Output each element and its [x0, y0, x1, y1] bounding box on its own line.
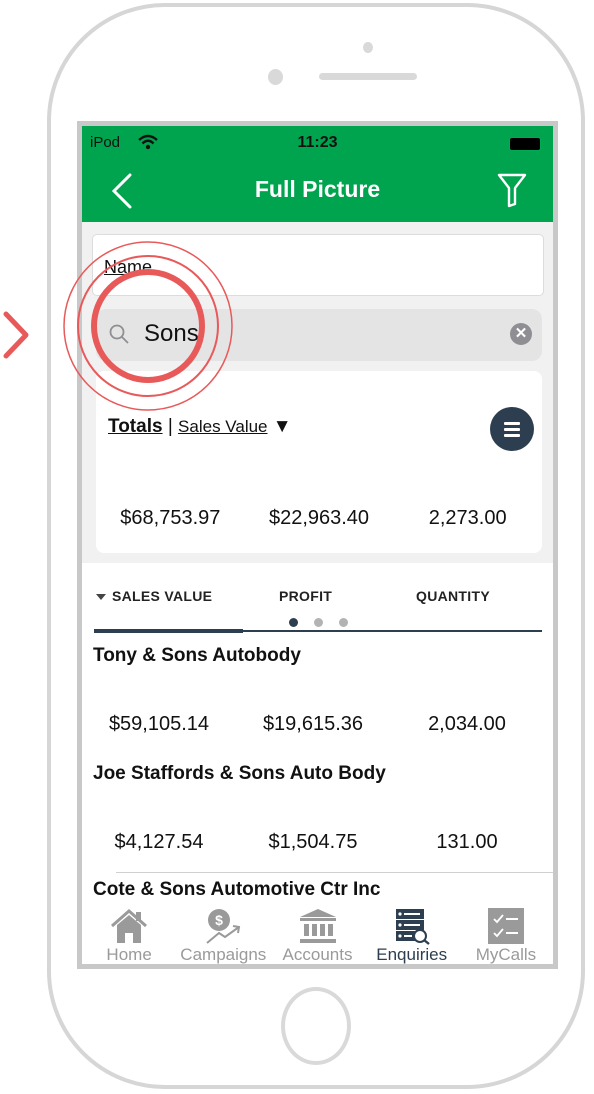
- enquiries-icon: [395, 909, 430, 945]
- page-dot[interactable]: [339, 618, 348, 627]
- total-sales-value: $68,753.97: [120, 507, 221, 529]
- account-profit: $1,504.75: [268, 831, 358, 853]
- totals-header: Totals | Sales Value ▼: [108, 416, 292, 438]
- total-profit: $22,963.40: [268, 507, 370, 529]
- menu-line-icon: [504, 434, 520, 437]
- account-sales-value: $59,105.14: [108, 713, 210, 735]
- menu-line-icon: [504, 422, 520, 425]
- tab-label: SALES VALUE: [112, 588, 213, 604]
- callout-arrow-icon: [3, 311, 29, 359]
- totals-card: Totals | Sales Value ▼ $68,753.97 $22,96…: [96, 371, 542, 553]
- total-quantity: 2,273.00: [428, 507, 507, 529]
- clock: 11:23: [297, 134, 338, 151]
- name-field-label: Name: [104, 257, 153, 277]
- sensor-dot: [363, 42, 373, 53]
- page-title: Full Picture: [254, 176, 381, 202]
- row-divider: [116, 872, 553, 873]
- account-quantity: 131.00: [436, 831, 498, 853]
- tab-profit[interactable]: PROFIT: [279, 588, 332, 604]
- account-values: $4,127.54 $1,504.75 131.00: [82, 831, 544, 854]
- tab-mycalls[interactable]: MyCalls: [459, 902, 553, 964]
- measure-tabs: SALES VALUE PROFIT QUANTITY: [94, 563, 542, 635]
- results-list: SALES VALUE PROFIT QUANTITY Tony & Sons …: [82, 563, 553, 903]
- totals-separator: |: [167, 416, 173, 437]
- page-dot[interactable]: [289, 618, 298, 627]
- filter-icon[interactable]: [497, 172, 527, 208]
- accounts-icon: [299, 909, 336, 943]
- app-screen: iPod 11:23 Full Picture Name Sons ✕ Tota…: [77, 121, 558, 969]
- tab-accounts[interactable]: Accounts: [270, 902, 364, 964]
- campaigns-icon: $: [206, 909, 241, 944]
- battery-icon: [509, 137, 541, 151]
- tab-label: Campaigns: [180, 945, 267, 964]
- page-dot[interactable]: [314, 618, 323, 627]
- tab-label: Home: [106, 945, 152, 964]
- sort-caret-icon: [96, 594, 106, 601]
- measure-dropdown[interactable]: Sales Value: [178, 417, 267, 436]
- tab-campaigns[interactable]: $ Campaigns: [176, 902, 270, 964]
- account-quantity: 2,034.00: [428, 713, 506, 735]
- home-icon: [111, 908, 148, 943]
- tab-label: MyCalls: [475, 945, 537, 964]
- search-icon: [109, 324, 129, 344]
- bottom-tab-bar: Home $ Campaigns Accounts Enquiries MyCa…: [82, 902, 553, 964]
- home-button[interactable]: [281, 987, 351, 1065]
- tab-label: Enquiries: [376, 945, 448, 964]
- nav-bar: Full Picture: [82, 160, 553, 222]
- account-name[interactable]: Cote & Sons Automotive Ctr Inc: [93, 879, 380, 901]
- tab-home[interactable]: Home: [82, 902, 176, 964]
- clear-search-icon[interactable]: ✕: [510, 323, 532, 345]
- search-input[interactable]: Sons: [144, 320, 199, 348]
- mycalls-icon: [487, 908, 524, 944]
- page-indicator: [289, 618, 348, 627]
- tab-quantity[interactable]: QUANTITY: [416, 588, 490, 604]
- status-bar: iPod 11:23: [82, 126, 553, 160]
- menu-button[interactable]: [490, 407, 534, 451]
- active-tab-indicator: [94, 629, 243, 633]
- speaker-grille: [319, 73, 417, 80]
- front-camera: [268, 69, 283, 85]
- totals-values: $68,753.97 $22,963.40 2,273.00: [96, 507, 542, 530]
- tab-label: Accounts: [282, 945, 353, 964]
- totals-label: Totals: [108, 416, 163, 437]
- name-field[interactable]: Name: [92, 234, 544, 296]
- tab-sales-value[interactable]: SALES VALUE: [96, 588, 212, 604]
- account-values: $59,105.14 $19,615.36 2,034.00: [82, 713, 544, 736]
- tab-enquiries[interactable]: Enquiries: [365, 902, 459, 964]
- account-sales-value: $4,127.54: [114, 831, 204, 853]
- account-profit: $19,615.36: [262, 713, 364, 735]
- svg-text:$: $: [215, 912, 223, 928]
- account-name[interactable]: Joe Staffords & Sons Auto Body: [93, 763, 386, 785]
- menu-line-icon: [504, 428, 520, 431]
- search-bar[interactable]: Sons ✕: [96, 309, 542, 361]
- dropdown-caret-icon[interactable]: ▼: [273, 416, 292, 437]
- account-name[interactable]: Tony & Sons Autobody: [93, 645, 301, 667]
